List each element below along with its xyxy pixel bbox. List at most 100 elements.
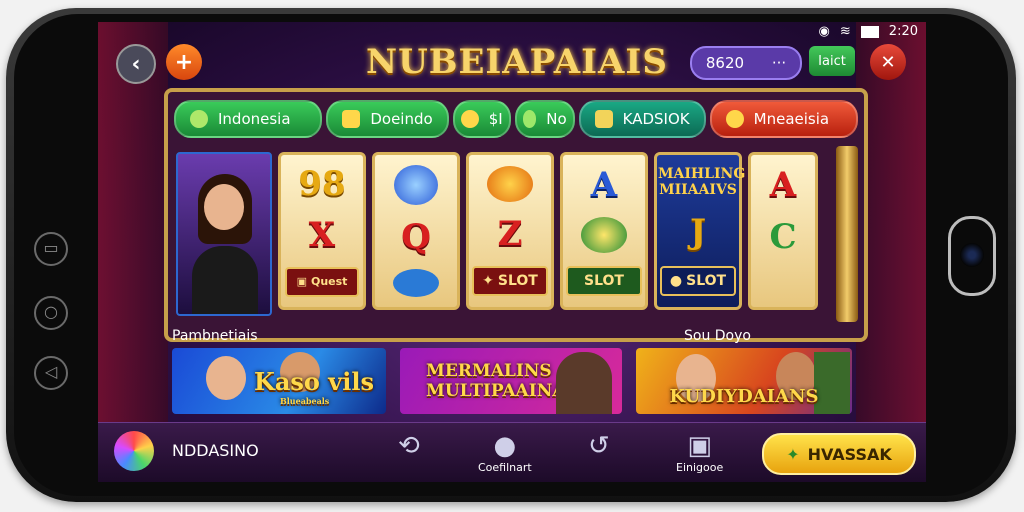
android-home-icon[interactable]: ○ (34, 296, 68, 330)
tools-icon: ✕ (880, 51, 896, 73)
reel-4[interactable]: A SLOT (560, 152, 648, 310)
location-icon: ◉ (818, 24, 830, 39)
banner-title: MERMALINS MULTIPAAINAN (426, 361, 581, 401)
tab-label: $I (488, 110, 503, 128)
more-icon: ··· (771, 54, 787, 72)
banner-character (206, 356, 246, 400)
banner-title: KUDIYDAIANS (669, 385, 819, 407)
section-title-left: Pambnetiais (172, 328, 258, 344)
bottom-bar: NDDASINO ⟲ ● Coefilnart ↺ ▣ Einigooe ✦ H… (98, 422, 926, 482)
banner-character (556, 352, 612, 414)
plus-icon: + (174, 49, 194, 75)
reel-symbol: 98 (298, 164, 346, 205)
back-button[interactable]: ‹ (116, 44, 156, 84)
tab-label: Indonesia (218, 110, 291, 128)
leaf-symbol-icon (581, 216, 627, 253)
balance-value: 8620 (705, 54, 745, 72)
nav-label: Einigooe (676, 461, 724, 474)
cube-icon (594, 110, 613, 128)
wifi-icon: ≋ (839, 24, 851, 39)
briefcase-icon (342, 110, 361, 128)
app-logo-icon[interactable] (114, 431, 154, 471)
tab-doeindo[interactable]: Doeindo (326, 100, 449, 138)
battery-icon (860, 25, 879, 38)
reel-symbol: A (590, 164, 618, 205)
banner-multipaainan[interactable]: MERMALINS MULTIPAAINAN (400, 348, 622, 414)
tab-mneaeisia[interactable]: Mneaeisia (709, 100, 858, 138)
coin-icon: ● (669, 272, 683, 289)
banner-kudiydaians[interactable]: KUDIYDAIANS (636, 348, 852, 414)
badge-icon (522, 110, 537, 128)
back-icon: ‹ (131, 51, 141, 77)
slot-machine: Indonesia Doeindo $I No KADSIOK Mneaeisi… (164, 88, 868, 342)
nav-undo[interactable]: ↺ (588, 431, 610, 461)
quest-badge[interactable]: ▣ Quest (285, 266, 359, 297)
slot-button-label: SLOT (497, 273, 538, 290)
game-logo: NUBEIAPAIAIS (366, 42, 668, 82)
wave-icon (393, 268, 439, 297)
undo-icon: ↺ (588, 431, 610, 461)
coin-icon (725, 110, 744, 128)
reel-2[interactable]: Q (372, 152, 460, 310)
banner-subtitle: Blueabeals (280, 396, 330, 406)
chat-icon: ● (493, 431, 517, 461)
star-icon: ✦ (482, 273, 494, 290)
leaf-icon (190, 110, 208, 128)
coin-symbol-icon (487, 165, 533, 202)
nav-label: Coefilnart (478, 461, 532, 474)
tab-label: Doeindo (370, 110, 433, 128)
nav-coefilnart[interactable]: ● Coefilnart (478, 431, 532, 474)
refresh-icon: ⟲ (398, 431, 420, 461)
clock: 2:20 (888, 24, 918, 39)
android-back-icon[interactable]: ◁ (34, 356, 68, 390)
gift-icon: ▣ (687, 431, 712, 461)
banner-kaso-vils[interactable]: Kaso vils Blueabeals (172, 348, 386, 414)
reels: 98 X ▣ Quest Q Z ✦ SLOT A SLOT MAIHLING … (176, 152, 826, 316)
reel-symbol: C (769, 217, 797, 257)
reel-1[interactable]: 98 X ▣ Quest (278, 152, 366, 310)
slot-button[interactable]: ✦ SLOT (472, 266, 548, 297)
reel-symbol: Q (401, 216, 431, 257)
globe-icon (394, 165, 438, 206)
settings-button[interactable]: ✕ (870, 44, 906, 80)
category-tabs: Indonesia Doeindo $I No KADSIOK Mneaeisi… (174, 100, 858, 138)
reel-symbol: Z (497, 213, 523, 254)
game-screen: ◉ ≋ 2:20 ‹ + NUBEIAPAIAIS 8620 ··· Iaict… (98, 22, 926, 482)
nav-refresh[interactable]: ⟲ (398, 431, 420, 461)
slot-button[interactable]: SLOT (566, 266, 642, 297)
cta-button[interactable]: ✦ HVASSAK (762, 433, 916, 475)
balance-pill[interactable]: 8620 ··· (690, 46, 802, 80)
tab-no[interactable]: No (514, 100, 575, 138)
tab-indonesia[interactable]: Indonesia (174, 100, 323, 138)
action-button[interactable]: Iaict (809, 46, 855, 76)
reel-symbol: J (689, 211, 707, 252)
slot-button-label: SLOT (584, 273, 624, 290)
reel-symbol-banner: MAIHLING MIIAAIVS (658, 166, 746, 199)
curtain-left (98, 22, 168, 482)
reel-symbol: A (769, 165, 797, 205)
reel-symbol: X (308, 214, 336, 255)
app-name: NDDASINO (172, 441, 259, 460)
chest-icon: ▣ (296, 275, 307, 289)
tab-dollar[interactable]: $I (452, 100, 511, 138)
nav-einigooe[interactable]: ▣ Einigooe (676, 431, 723, 474)
slot-button[interactable]: ● SLOT (660, 265, 736, 296)
slot-button-label: SLOT (686, 272, 727, 289)
banner-character (814, 352, 850, 414)
add-button[interactable]: + (166, 44, 202, 80)
coin-icon (460, 110, 479, 128)
cta-label: HVASSAK (807, 444, 892, 464)
tab-kadsiok[interactable]: KADSIOK (578, 100, 706, 138)
android-recents-icon[interactable]: ▭ (34, 232, 68, 266)
reel-6[interactable]: A C (748, 152, 818, 310)
tab-label: No (546, 110, 567, 128)
status-bar: ◉ ≋ 2:20 (819, 24, 918, 39)
character-portrait[interactable] (176, 152, 272, 316)
reel-5[interactable]: MAIHLING MIIAAIVS J ● SLOT (654, 152, 746, 310)
badge-label: Quest (310, 275, 348, 289)
tab-label: Mneaeisia (753, 110, 830, 128)
camera (948, 216, 996, 296)
tab-label: KADSIOK (622, 110, 690, 128)
section-title-right: Sou Doyo (684, 328, 751, 344)
reel-3[interactable]: Z ✦ SLOT (466, 152, 554, 310)
